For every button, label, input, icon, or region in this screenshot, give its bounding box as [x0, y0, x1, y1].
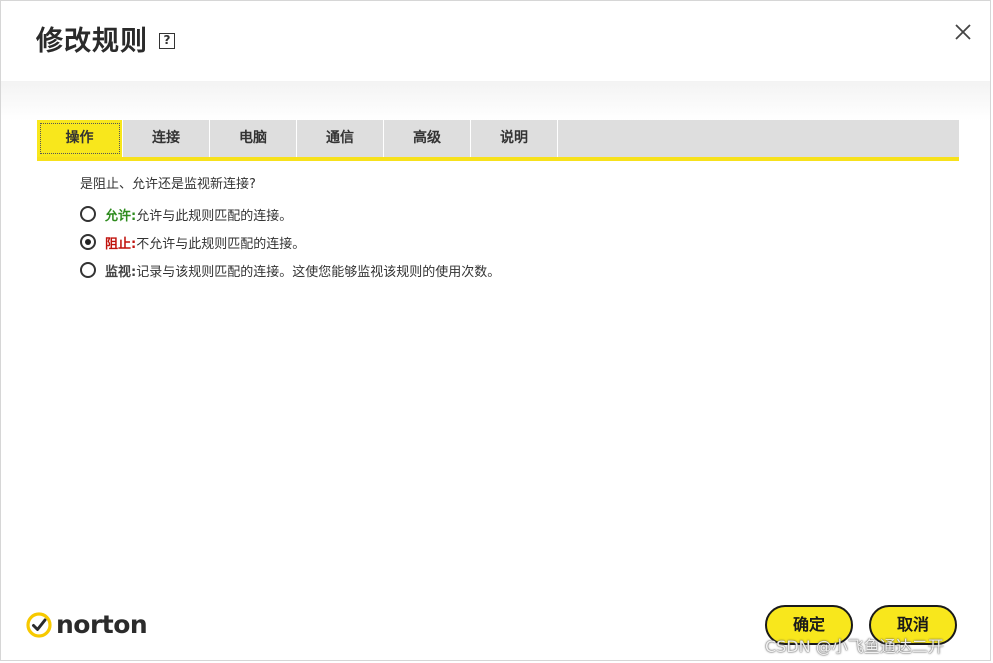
tab-description[interactable]: 说明 — [471, 120, 558, 157]
edit-rule-dialog: 修改规则 ? 操作 连接 电脑 通信 高级 说明 是阻止、允许还是监视新连接? … — [0, 0, 991, 661]
tab-connection[interactable]: 连接 — [123, 120, 210, 157]
dialog-header: 修改规则 ? — [1, 1, 990, 81]
action-panel: 是阻止、允许还是监视新连接? 允许: 允许与此规则匹配的连接。 阻止: 不允许与… — [80, 175, 940, 288]
tab-advanced[interactable]: 高级 — [384, 120, 471, 157]
action-question: 是阻止、允许还是监视新连接? — [80, 177, 256, 192]
radio-allow[interactable] — [80, 206, 96, 222]
tab-bar: 操作 连接 电脑 通信 高级 说明 — [37, 120, 959, 161]
norton-check-icon — [26, 612, 52, 638]
help-icon[interactable]: ? — [159, 33, 175, 49]
ok-button[interactable]: 确定 — [765, 605, 853, 645]
close-icon[interactable] — [952, 21, 974, 43]
norton-logo-text: norton — [56, 610, 148, 639]
option-monitor[interactable]: 监视: 记录与该规则匹配的连接。这使您能够监视该规则的使用次数。 — [80, 260, 940, 280]
option-allow-label: 允许: — [105, 208, 137, 224]
option-allow[interactable]: 允许: 允许与此规则匹配的连接。 — [80, 204, 940, 224]
dialog-title: 修改规则 — [36, 26, 148, 57]
option-block[interactable]: 阻止: 不允许与此规则匹配的连接。 — [80, 232, 940, 252]
tab-action[interactable]: 操作 — [37, 120, 123, 157]
option-allow-description: 允许与此规则匹配的连接。 — [136, 208, 293, 224]
radio-block[interactable] — [80, 234, 96, 250]
option-block-label: 阻止: — [105, 236, 137, 252]
option-block-description: 不允许与此规则匹配的连接。 — [136, 236, 306, 252]
tab-computer[interactable]: 电脑 — [210, 120, 297, 157]
radio-monitor[interactable] — [80, 262, 96, 278]
header-shade — [1, 81, 990, 121]
tab-communication[interactable]: 通信 — [297, 120, 384, 157]
norton-logo: norton — [26, 610, 148, 639]
option-monitor-description: 记录与该规则匹配的连接。这使您能够监视该规则的使用次数。 — [136, 264, 501, 280]
option-monitor-label: 监视: — [105, 264, 137, 280]
cancel-button[interactable]: 取消 — [869, 605, 957, 645]
